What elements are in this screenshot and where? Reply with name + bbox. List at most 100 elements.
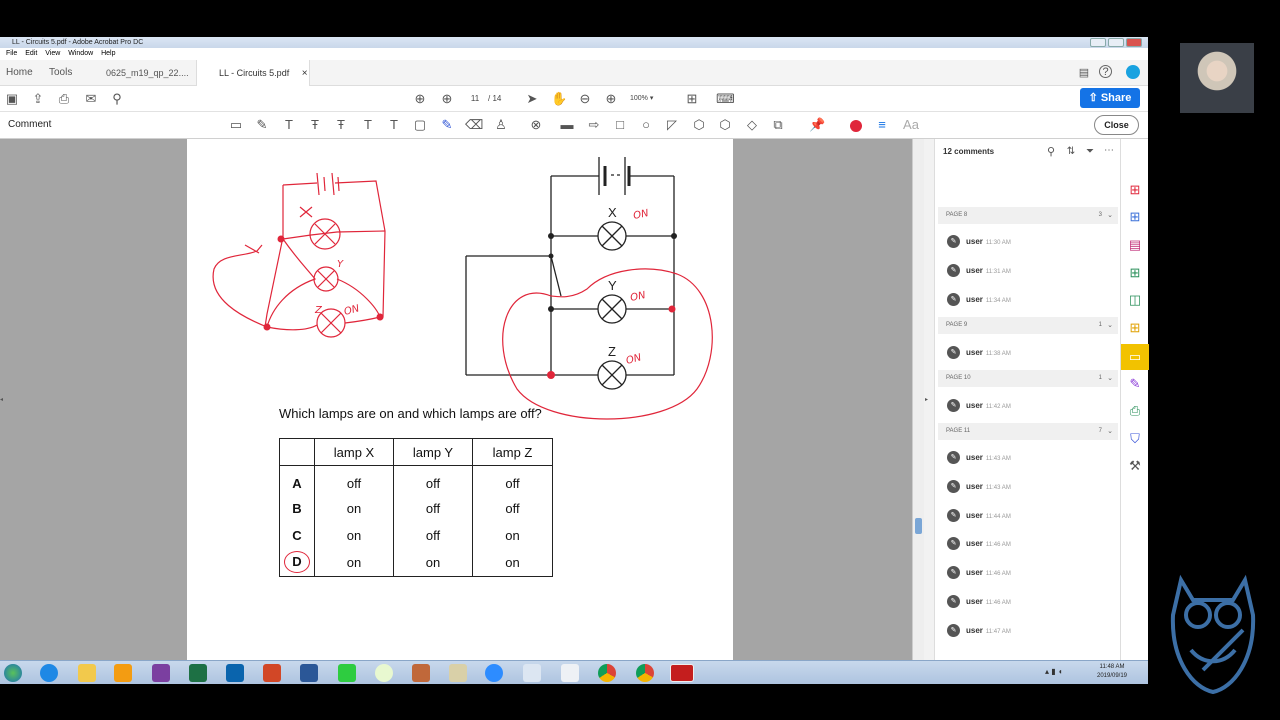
comment-item[interactable]: ✎ user 11:42 AM [947,398,1011,414]
pin-icon[interactable]: 📌 [809,118,825,132]
page-layout-icon[interactable]: ⊞ [684,92,700,106]
highlight-icon[interactable]: ✎ [254,118,270,132]
stamp-icon[interactable]: ♙ [493,118,509,132]
comment-item[interactable]: ✎ user 11:46 AM [947,536,1011,552]
arrow-icon[interactable]: ⇨ [586,118,602,132]
upload-icon[interactable]: ⇪ [30,92,46,106]
eraser-icon[interactable]: ⌫ [465,118,483,132]
page-group-header[interactable]: PAGE 11 7 ⌄ [938,423,1118,440]
attach-icon[interactable]: ⊗ [528,118,544,132]
filter-icon[interactable]: ⏷ [1082,145,1098,159]
comment-item[interactable]: ✎ user 11:46 AM [947,565,1011,581]
page-number-input[interactable]: 11 [464,94,486,103]
comment-item[interactable]: ✎ user 11:38 AM [947,345,1011,361]
tab-document-2[interactable]: LL - Circuits 5.pdf × [196,60,310,86]
outlook-icon[interactable] [226,664,244,682]
chevron-down-icon[interactable]: ⌄ [1107,423,1113,440]
onenote-icon[interactable] [152,664,170,682]
sketch-tool-icon[interactable] [449,664,467,682]
combine-files-icon[interactable]: ◫ [1127,293,1143,307]
scroll-thumb[interactable] [915,518,922,534]
share-button[interactable]: ⇧ Share [1080,88,1140,108]
close-window-button[interactable] [1126,38,1142,47]
font-properties-icon[interactable]: Aa [901,118,921,132]
comment-item[interactable]: ✎ user 11:46 AM [947,594,1011,610]
insert-text-icon[interactable]: T [360,118,376,132]
menu-help[interactable]: Help [101,50,115,57]
menu-edit[interactable]: Edit [25,50,37,57]
zoom-select[interactable]: 100% ▾ [630,94,668,102]
keyboard-icon[interactable]: ⌨ [716,92,735,106]
file-explorer-icon[interactable] [78,664,96,682]
excel-icon[interactable] [189,664,207,682]
close-comment-button[interactable]: Close [1094,115,1139,135]
polygon-line-icon[interactable]: ◸ [664,118,680,132]
chevron-down-icon[interactable]: ⌄ [1107,317,1113,334]
print-production-icon[interactable]: ⎙ [1127,404,1143,418]
vertical-scrollbar[interactable] [912,139,924,660]
line-width-icon[interactable]: ≡ [874,118,890,132]
page-group-header[interactable]: PAGE 10 1 ⌄ [938,370,1118,387]
close-tab-icon[interactable]: × [302,68,308,79]
settings-icon[interactable] [561,664,579,682]
more-options-icon[interactable]: ⋯ [1101,144,1117,158]
organize-pages-icon[interactable]: ▤ [1127,238,1143,252]
minimize-button[interactable] [1090,38,1106,47]
whiteboard-icon[interactable] [375,664,393,682]
rectangle-icon[interactable]: □ [612,118,628,132]
left-panel-toggle-icon[interactable]: ◂ [0,396,3,403]
chevron-down-icon[interactable]: ⌄ [1107,370,1113,387]
internet-explorer-icon[interactable] [40,664,58,682]
comment-item[interactable]: ✎ user 11:44 AM [947,508,1011,524]
oval-icon[interactable]: ○ [638,118,654,132]
protect-icon[interactable]: ⛉ [1127,432,1143,446]
underline-text-icon[interactable]: T [281,118,297,132]
callout-icon[interactable]: ◇ [744,118,760,132]
select-cursor-icon[interactable]: ➤ [524,92,540,106]
page-group-header[interactable]: PAGE 9 1 ⌄ [938,317,1118,334]
prev-page-icon[interactable]: ⊕ [412,92,428,106]
menu-window[interactable]: Window [68,50,93,57]
print-icon[interactable]: ⎙ [56,92,72,106]
search-comments-icon[interactable]: ⚲ [1043,145,1059,159]
next-page-icon[interactable]: ⊕ [439,92,455,106]
tab-tools[interactable]: Tools [49,60,72,86]
menu-file[interactable]: File [6,50,17,57]
comment-item[interactable]: ✎ user 11:30 AM [947,234,1011,250]
comment-item[interactable]: ✎ user 11:43 AM [947,450,1011,466]
maximize-button[interactable] [1108,38,1124,47]
tray-icons[interactable]: ▴ ▮ ◖ [1045,667,1063,676]
system-clock[interactable]: 11:48 AM 2019/09/19 [1090,663,1134,681]
polygon-icon[interactable]: ⬡ [691,118,707,132]
chrome-icon-2[interactable] [636,664,654,682]
more-tools-icon[interactable]: ⚒ [1127,459,1143,473]
account-icon[interactable] [1126,65,1140,79]
paint-icon[interactable] [412,664,430,682]
color-picker-icon[interactable] [850,120,862,132]
powerpoint-icon[interactable] [263,664,281,682]
page-group-header[interactable]: PAGE 8 3 ⌄ [938,207,1118,224]
tab-document-1[interactable]: 0625_m19_qp_22.... [88,60,196,86]
collapse-panel-icon[interactable]: ▸ [925,396,928,403]
replace-text-icon[interactable]: Ŧ [333,118,349,132]
word-icon[interactable] [300,664,318,682]
panel-collapse-strip[interactable]: ▸ [924,139,934,660]
comment-item[interactable]: ✎ user 11:43 AM [947,479,1011,495]
zoom-out-icon[interactable]: ⊖ [577,92,593,106]
text-box-icon[interactable]: ▢ [412,118,428,132]
comment-tool-active[interactable]: ▭ [1121,344,1149,370]
comment-item[interactable]: ✎ user 11:34 AM [947,292,1011,308]
document-area[interactable]: ◂ X Y Z ON ON ON Y Z ON Which lamps are … [0,139,912,660]
camtasia-icon[interactable] [338,664,356,682]
start-button[interactable] [4,664,22,682]
acrobat-taskbar-icon[interactable] [670,664,694,682]
zoom-icon[interactable] [485,664,503,682]
export-pdf-icon[interactable]: ⊞ [1127,210,1143,224]
add-text-icon[interactable]: T [386,118,402,132]
hand-tool-icon[interactable]: ✋ [551,92,567,106]
menu-view[interactable]: View [45,50,60,57]
email-icon[interactable]: ✉ [83,92,99,106]
comment-item[interactable]: ✎ user 11:47 AM [947,623,1011,639]
snipping-tool-icon[interactable] [523,664,541,682]
fill-sign-icon[interactable]: ✎ [1127,377,1143,391]
